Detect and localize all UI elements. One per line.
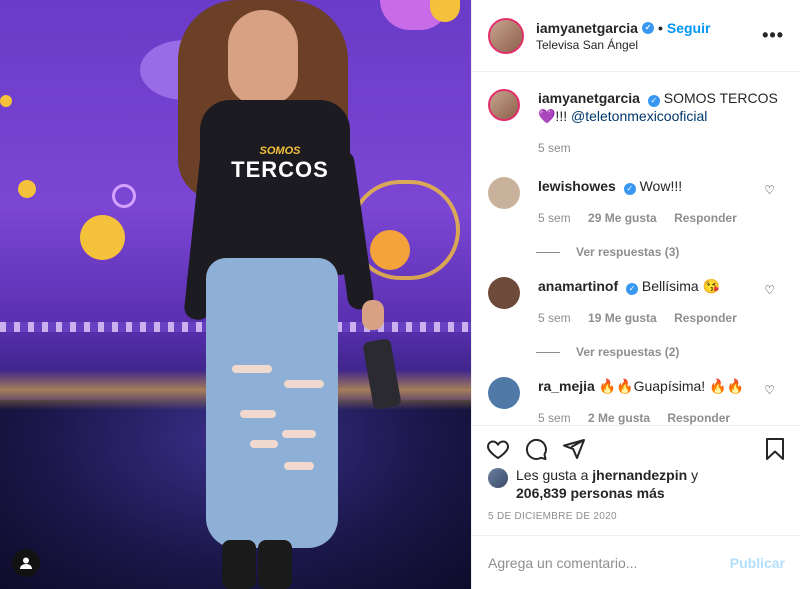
post-date[interactable]: 5 DE DICIEMBRE DE 2020 xyxy=(488,511,617,522)
comment-time[interactable]: 5 sem xyxy=(538,311,571,325)
jeans-rip xyxy=(284,380,324,388)
publish-button[interactable]: Publicar xyxy=(730,555,785,571)
jeans-rip xyxy=(240,410,276,418)
liker-avatar[interactable] xyxy=(488,468,508,488)
separator-dot: • xyxy=(657,19,663,36)
author-row: iamyanetgarcia ✓ • Seguir xyxy=(536,20,762,36)
save-bookmark-icon[interactable] xyxy=(763,437,787,461)
right-hand xyxy=(362,300,384,330)
likes-summary: Les gusta a jhernandezpin y 206,839 pers… xyxy=(488,466,788,502)
author-info: iamyanetgarcia ✓ • Seguir Televisa San Á… xyxy=(536,20,762,52)
jeans-rip xyxy=(284,462,314,470)
comment-item: lewishowes ✓ Wow!!! 5 sem 29 Me gusta Re… xyxy=(488,177,785,227)
right-shoe xyxy=(258,540,292,589)
comment-text: Wow!!! xyxy=(639,178,683,194)
likes-prefix: Les gusta a xyxy=(516,467,593,483)
left-shoe xyxy=(222,540,256,589)
commenter-username[interactable]: ra_mejia xyxy=(538,378,595,394)
comment-likes[interactable]: 2 Me gusta xyxy=(588,411,650,425)
verified-icon: ✓ xyxy=(647,95,660,107)
microphone xyxy=(362,338,402,410)
verified-icon: ✓ xyxy=(641,21,654,34)
share-icon[interactable] xyxy=(562,437,586,461)
jeans-rip xyxy=(250,440,278,448)
comment-body: ra_mejia 🔥🔥Guapísima! 🔥🔥 5 sem 2 Me gust… xyxy=(538,377,785,425)
jeans-rip xyxy=(282,430,316,438)
commenter-username[interactable]: anamartinof xyxy=(538,278,618,294)
comment-likes[interactable]: 19 Me gusta xyxy=(588,311,657,325)
verified-icon: ✓ xyxy=(623,183,636,195)
post-detail-panel: iamyanetgarcia ✓ • Seguir Televisa San Á… xyxy=(471,0,800,589)
jeans-rip xyxy=(232,365,272,373)
caption-time[interactable]: 5 sem xyxy=(538,141,571,155)
comment-time[interactable]: 5 sem xyxy=(538,411,571,425)
caption-username[interactable]: iamyanetgarcia xyxy=(538,90,640,106)
comment-meta: 5 sem 19 Me gusta Responder xyxy=(538,309,785,327)
reply-button[interactable]: Responder xyxy=(667,411,730,425)
shirt-print: SOMOS TERCOS xyxy=(230,145,330,183)
commenter-avatar[interactable] xyxy=(488,277,520,309)
comment-icon[interactable] xyxy=(524,437,548,461)
commenter-avatar[interactable] xyxy=(488,177,520,209)
jeans xyxy=(206,258,338,548)
view-replies[interactable]: Ver respuestas (3) xyxy=(536,245,785,259)
caption-text: SOMOS TERCOS xyxy=(663,90,778,106)
more-options-icon[interactable]: ••• xyxy=(762,25,784,46)
likes-suffix: y xyxy=(687,467,699,483)
caption-mention[interactable]: @teletonmexicooficial xyxy=(571,108,707,124)
shirt-print-main: TERCOS xyxy=(231,157,329,182)
post-location[interactable]: Televisa San Ángel xyxy=(536,38,762,52)
comment-input[interactable] xyxy=(488,554,730,571)
author-avatar[interactable] xyxy=(488,17,524,54)
follow-button[interactable]: Seguir xyxy=(667,20,711,36)
replies-line xyxy=(536,251,560,253)
comment-meta: 5 sem 29 Me gusta Responder xyxy=(538,209,785,227)
commenter-avatar[interactable] xyxy=(488,377,520,409)
comment-like-heart-icon[interactable]: ♡ xyxy=(764,183,775,197)
post-photo[interactable]: SOMOS TERCOS xyxy=(0,0,471,589)
likes-text: Les gusta a jhernandezpin y 206,839 pers… xyxy=(516,466,698,502)
comment-meta: 5 sem 2 Me gusta Responder xyxy=(538,409,785,425)
view-replies-label[interactable]: Ver respuestas (3) xyxy=(576,245,679,259)
shirt-print-top: SOMOS xyxy=(259,145,301,157)
face xyxy=(228,10,298,105)
caption-avatar[interactable] xyxy=(488,89,520,121)
reply-button[interactable]: Responder xyxy=(674,311,737,325)
shirt xyxy=(200,100,350,275)
user-icon xyxy=(20,557,32,569)
view-replies-label[interactable]: Ver respuestas (2) xyxy=(576,345,679,359)
view-replies[interactable]: Ver respuestas (2) xyxy=(536,345,785,359)
comments-list[interactable]: iamyanetgarcia ✓ SOMOS TERCOS 💜!!! @tele… xyxy=(472,73,800,425)
replies-line xyxy=(536,351,560,353)
post-header: iamyanetgarcia ✓ • Seguir Televisa San Á… xyxy=(472,0,800,72)
comment-like-heart-icon[interactable]: ♡ xyxy=(764,283,775,297)
reply-button[interactable]: Responder xyxy=(674,211,737,225)
caption-body: iamyanetgarcia ✓ SOMOS TERCOS 💜!!! @tele… xyxy=(538,89,785,157)
verified-icon: ✓ xyxy=(626,283,639,295)
caption-meta: 5 sem xyxy=(538,139,785,157)
comment-item: anamartinof ✓ Bellísima 😘 5 sem 19 Me gu… xyxy=(488,277,785,327)
add-comment-bar: Publicar xyxy=(472,535,800,589)
tagged-users-button[interactable] xyxy=(12,549,40,577)
likes-others[interactable]: 206,839 personas más xyxy=(516,485,665,501)
post-caption: iamyanetgarcia ✓ SOMOS TERCOS 💜!!! @tele… xyxy=(488,89,785,157)
comment-likes[interactable]: 29 Me gusta xyxy=(588,211,657,225)
comment-time[interactable]: 5 sem xyxy=(538,211,571,225)
comment-text: Bellísima 😘 xyxy=(641,278,721,294)
comment-body: anamartinof ✓ Bellísima 😘 5 sem 19 Me gu… xyxy=(538,277,785,327)
liker-username[interactable]: jhernandezpin xyxy=(592,467,687,483)
comment-like-heart-icon[interactable]: ♡ xyxy=(764,383,775,397)
author-username[interactable]: iamyanetgarcia xyxy=(536,20,638,36)
post-actions xyxy=(472,425,800,471)
caption-emoji: 💜!!! xyxy=(538,108,571,124)
like-heart-icon[interactable] xyxy=(486,437,510,461)
comment-item: ra_mejia 🔥🔥Guapísima! 🔥🔥 5 sem 2 Me gust… xyxy=(488,377,785,425)
person: SOMOS TERCOS xyxy=(0,0,471,589)
comment-text: 🔥🔥Guapísima! 🔥🔥 xyxy=(598,378,744,394)
comment-body: lewishowes ✓ Wow!!! 5 sem 29 Me gusta Re… xyxy=(538,177,785,227)
commenter-username[interactable]: lewishowes xyxy=(538,178,616,194)
